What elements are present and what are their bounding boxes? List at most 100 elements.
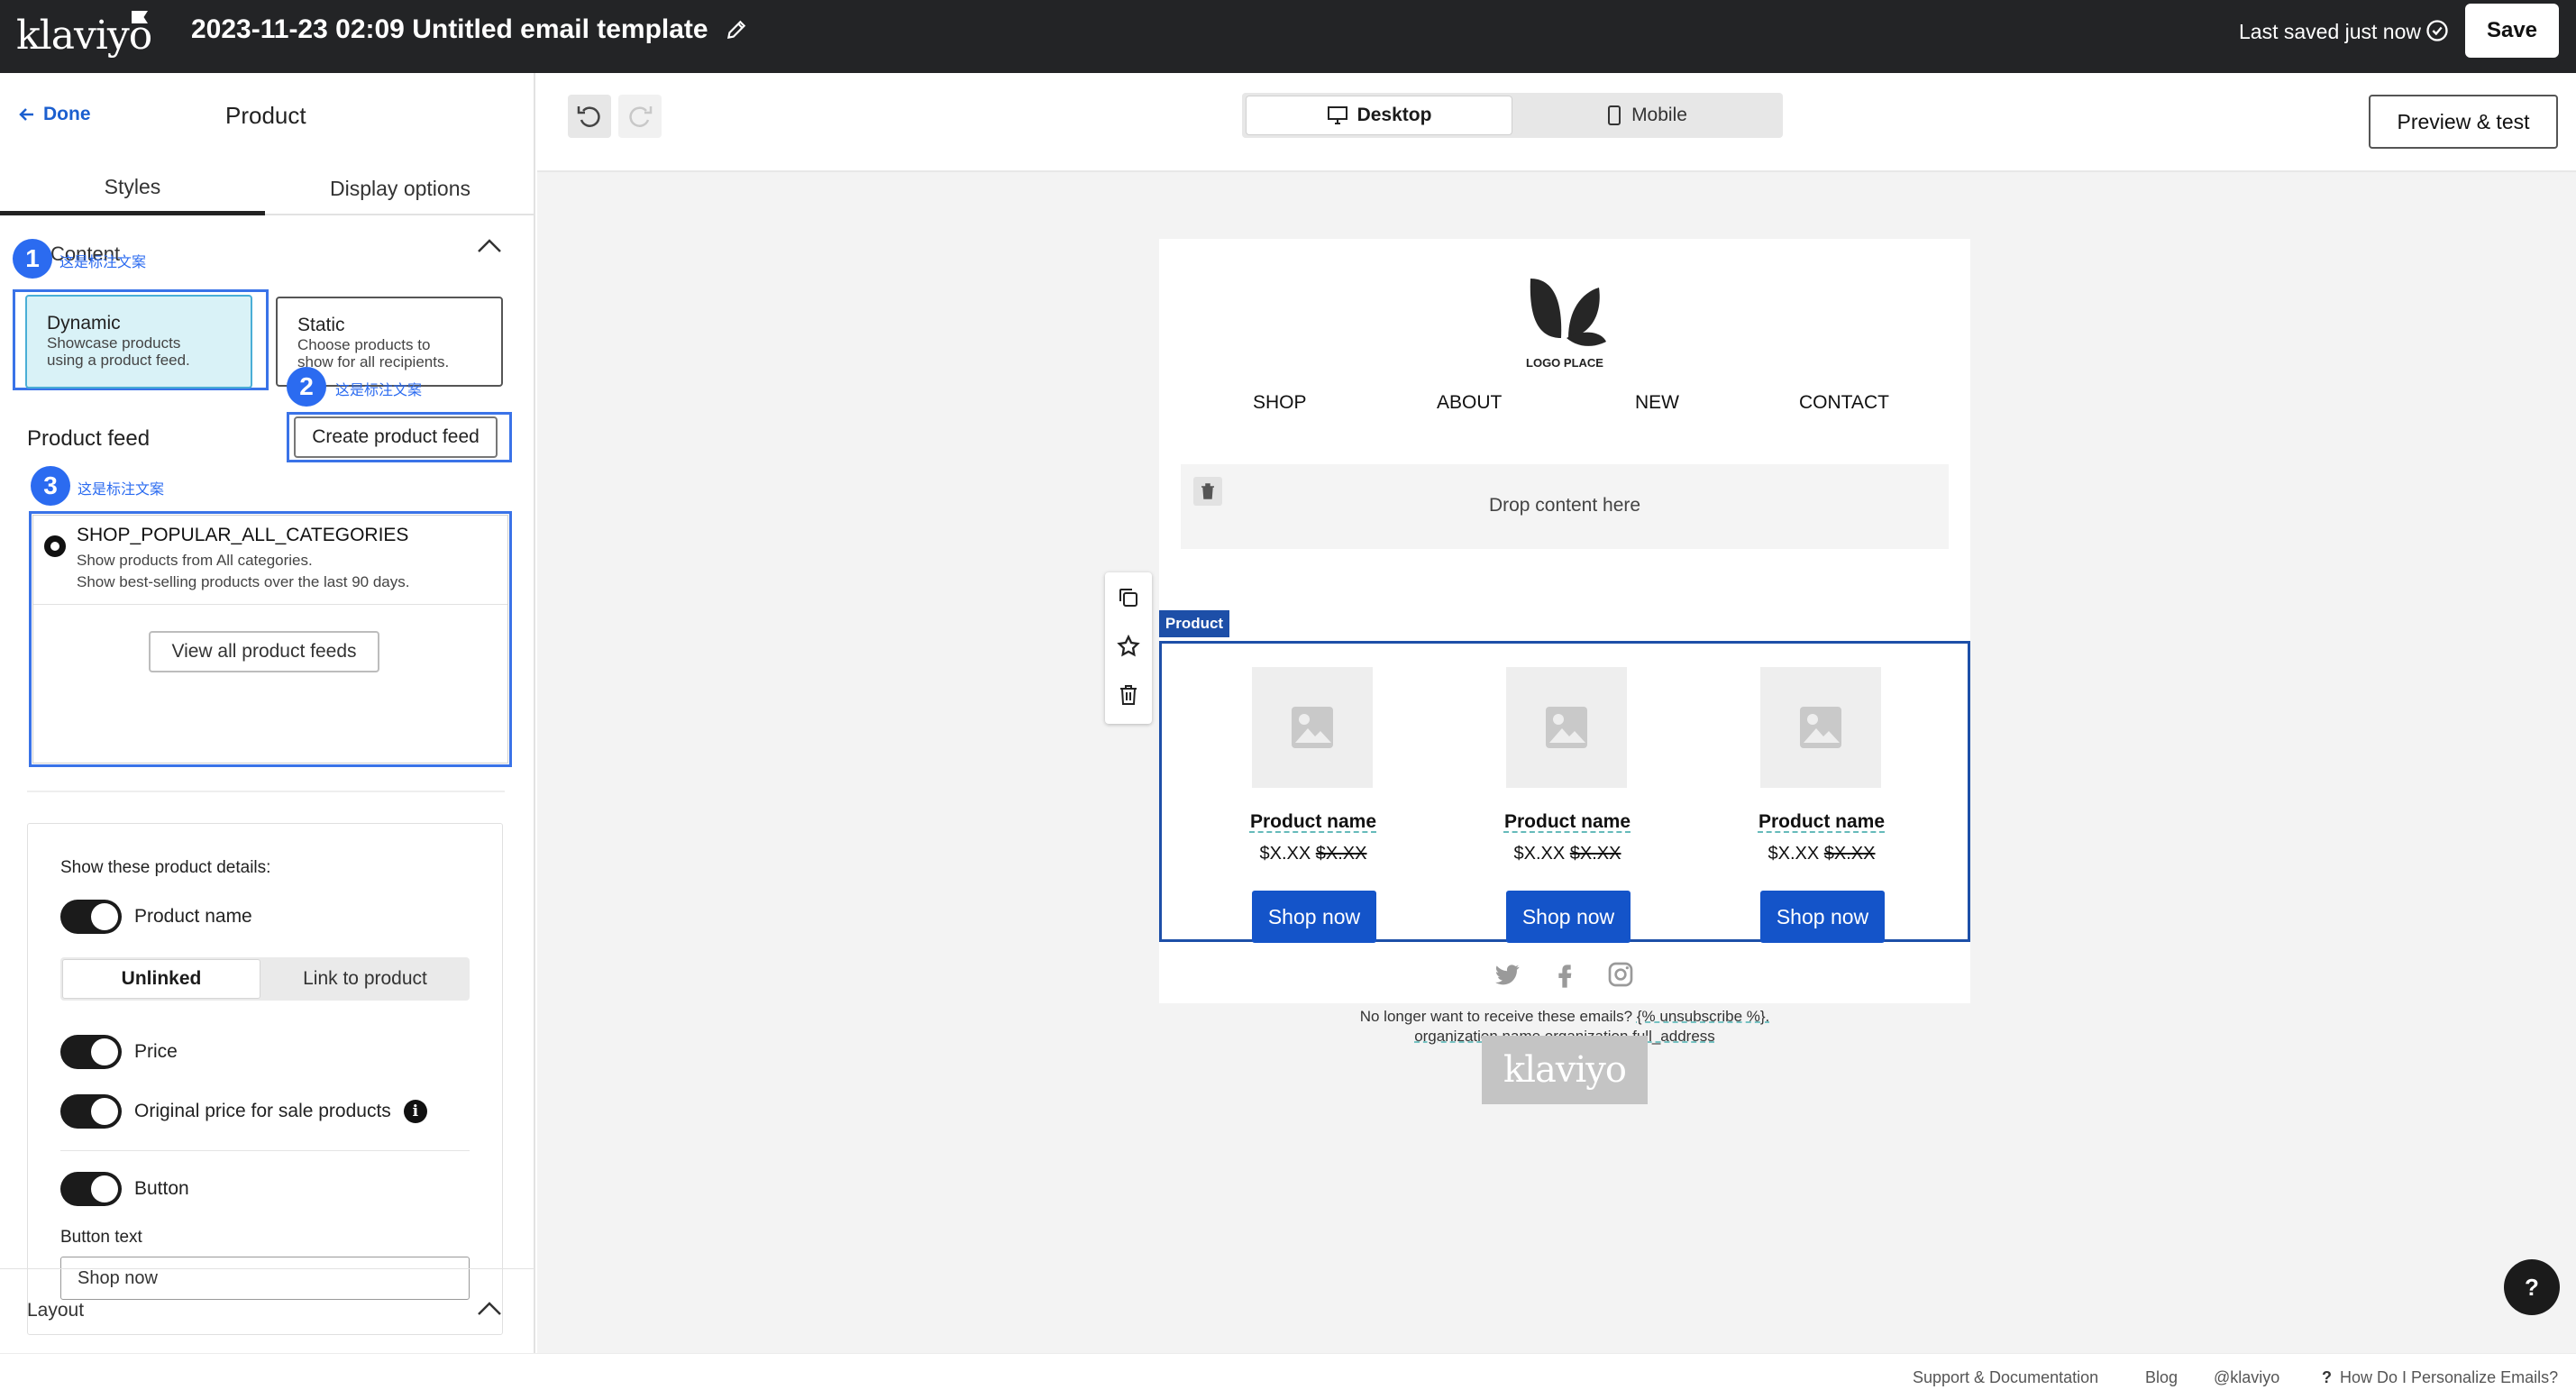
drop-zone[interactable]: Drop content here bbox=[1181, 464, 1949, 549]
annotation-badge-3: 3 bbox=[31, 466, 70, 506]
image-placeholder-icon bbox=[1292, 707, 1333, 748]
original-price: $X.XX bbox=[1315, 844, 1367, 864]
product-name: Product name bbox=[1503, 811, 1631, 832]
dynamic-desc-1: Showcase products bbox=[47, 334, 181, 352]
unsubscribe-prompt: No longer want to receive these emails? bbox=[1359, 1008, 1633, 1025]
button-text-label: Button text bbox=[60, 1228, 142, 1247]
tab-display-options[interactable]: Display options bbox=[265, 163, 534, 215]
template-title: 2023-11-23 02:09 Untitled email template bbox=[191, 14, 708, 44]
link-to-product-option[interactable]: Link to product bbox=[262, 959, 468, 999]
feed-desc-1: Show products from All categories. bbox=[77, 552, 313, 569]
undo-icon bbox=[577, 106, 600, 127]
annotation-text-1: 这是标注文案 bbox=[59, 255, 147, 270]
redo-button[interactable] bbox=[618, 95, 662, 138]
panel-tabs: Styles Display options bbox=[0, 163, 534, 291]
email-preview: LOGO PLACE SHOP ABOUT NEW CONTACT Drop c… bbox=[1159, 239, 1970, 1045]
page-footer: Support & Documentation Blog @klaviyo ? … bbox=[0, 1353, 2576, 1399]
desktop-icon bbox=[1327, 106, 1347, 124]
product-name-toggle[interactable] bbox=[60, 900, 122, 934]
sale-price: $X.XX bbox=[1513, 844, 1566, 864]
feed-description: Show products from All categories. Show … bbox=[77, 550, 409, 593]
toggle-row-original-price: Original price for sale products i bbox=[60, 1094, 427, 1129]
product-name: Product name bbox=[1249, 811, 1377, 832]
nav-contact[interactable]: CONTACT bbox=[1799, 392, 1889, 414]
product-price: $X.XX $X.XX bbox=[1241, 844, 1385, 864]
nav-new[interactable]: NEW bbox=[1635, 392, 1679, 414]
product-block[interactable]: Product name $X.XX $X.XX Shop now Produc… bbox=[1159, 641, 1970, 943]
product-feed-label: Product feed bbox=[27, 426, 151, 451]
facebook-icon[interactable] bbox=[1550, 960, 1579, 989]
preview-test-button[interactable]: Preview & test bbox=[2369, 95, 2558, 149]
tab-styles[interactable]: Styles bbox=[0, 163, 265, 215]
image-placeholder-icon bbox=[1546, 707, 1587, 748]
star-icon[interactable] bbox=[1114, 632, 1143, 661]
product-block-tag: Product bbox=[1159, 610, 1229, 637]
button-toggle[interactable] bbox=[60, 1172, 122, 1206]
content-type-dynamic[interactable]: Dynamic Showcase products using a produc… bbox=[25, 295, 252, 389]
footer-link-support[interactable]: Support & Documentation bbox=[1913, 1368, 2098, 1387]
unsubscribe-tag[interactable]: {% unsubscribe %}. bbox=[1637, 1008, 1769, 1025]
static-title: Static bbox=[297, 315, 345, 335]
shop-now-button[interactable]: Shop now bbox=[1252, 891, 1376, 943]
done-button[interactable]: Done bbox=[18, 104, 91, 125]
create-product-feed-button[interactable]: Create product feed bbox=[294, 416, 498, 458]
divider bbox=[60, 1150, 470, 1151]
editor-canvas: Desktop Mobile Preview & test LOGO PLACE… bbox=[537, 73, 2576, 1353]
desktop-option[interactable]: Desktop bbox=[1246, 96, 1512, 135]
nav-shop[interactable]: SHOP bbox=[1253, 392, 1307, 414]
original-price: $X.XX bbox=[1569, 844, 1621, 864]
static-desc-1: Choose products to bbox=[297, 336, 431, 353]
klaviyo-logo: klaviyo bbox=[16, 13, 152, 59]
details-title: Show these product details: bbox=[60, 858, 271, 877]
footer-link-twitter[interactable]: @klaviyo bbox=[2214, 1368, 2279, 1387]
check-circle-icon bbox=[2426, 20, 2448, 41]
layout-section-label: Layout bbox=[27, 1300, 85, 1321]
dynamic-desc-2: using a product feed. bbox=[47, 352, 190, 369]
feed-name[interactable]: SHOP_POPULAR_ALL_CATEGORIES bbox=[77, 525, 408, 546]
divider bbox=[33, 604, 507, 605]
undo-button[interactable] bbox=[568, 95, 611, 138]
trash-icon[interactable] bbox=[1114, 681, 1143, 709]
panel-title: Product bbox=[225, 102, 306, 129]
product-price: $X.XX $X.XX bbox=[1749, 844, 1894, 864]
price-toggle-label: Price bbox=[134, 1041, 178, 1062]
product-feed-list: SHOP_POPULAR_ALL_CATEGORIES Show product… bbox=[32, 515, 508, 764]
arrow-left-icon bbox=[19, 108, 33, 121]
help-button[interactable]: ? bbox=[2504, 1259, 2560, 1315]
original-price: $X.XX bbox=[1823, 844, 1876, 864]
annotation-text-2: 这是标注文案 bbox=[335, 383, 423, 398]
save-button[interactable]: Save bbox=[2465, 4, 2559, 58]
redo-icon bbox=[629, 106, 653, 127]
instagram-icon[interactable] bbox=[1606, 960, 1635, 989]
feed-desc-2: Show best-selling products over the last… bbox=[77, 573, 410, 590]
sale-price: $X.XX bbox=[1768, 844, 1820, 864]
top-bar: klaviyo 2023-11-23 02:09 Untitled email … bbox=[0, 0, 2576, 73]
view-all-feeds-button[interactable]: View all product feeds bbox=[149, 631, 379, 672]
klaviyo-badge: klaviyo bbox=[1482, 1036, 1648, 1104]
feed-radio[interactable] bbox=[44, 535, 66, 557]
footer-link-blog[interactable]: Blog bbox=[2145, 1368, 2178, 1387]
product-price: $X.XX $X.XX bbox=[1495, 844, 1640, 864]
layout-section[interactable]: Layout bbox=[0, 1268, 534, 1353]
shop-now-button[interactable]: Shop now bbox=[1760, 891, 1885, 943]
canvas-toolbar: Desktop Mobile Preview & test bbox=[537, 73, 2576, 172]
nav-about[interactable]: ABOUT bbox=[1437, 392, 1502, 414]
info-icon[interactable]: i bbox=[403, 1100, 427, 1123]
duplicate-icon[interactable] bbox=[1114, 583, 1143, 612]
shop-now-button[interactable]: Shop now bbox=[1506, 891, 1631, 943]
static-desc-2: show for all recipients. bbox=[297, 353, 450, 370]
twitter-icon[interactable] bbox=[1493, 960, 1521, 989]
chevron-up-icon[interactable] bbox=[476, 1300, 503, 1318]
logo-caption: LOGO PLACE bbox=[1526, 356, 1603, 370]
footer-link-personalize[interactable]: How Do I Personalize Emails? bbox=[2340, 1368, 2558, 1387]
properties-sidebar: Done Product Styles Display options Cont… bbox=[0, 73, 535, 1353]
chevron-up-icon[interactable] bbox=[476, 237, 503, 255]
edit-pencil-icon[interactable] bbox=[725, 18, 748, 41]
unlinked-option[interactable]: Unlinked bbox=[62, 959, 260, 999]
product-details-panel: Show these product details: Product name… bbox=[27, 823, 503, 1335]
original-price-toggle[interactable] bbox=[60, 1094, 122, 1129]
product-image bbox=[1506, 667, 1627, 788]
price-toggle[interactable] bbox=[60, 1035, 122, 1069]
mobile-option[interactable]: Mobile bbox=[1514, 96, 1779, 135]
annotation-text-3: 这是标注文案 bbox=[78, 482, 165, 498]
